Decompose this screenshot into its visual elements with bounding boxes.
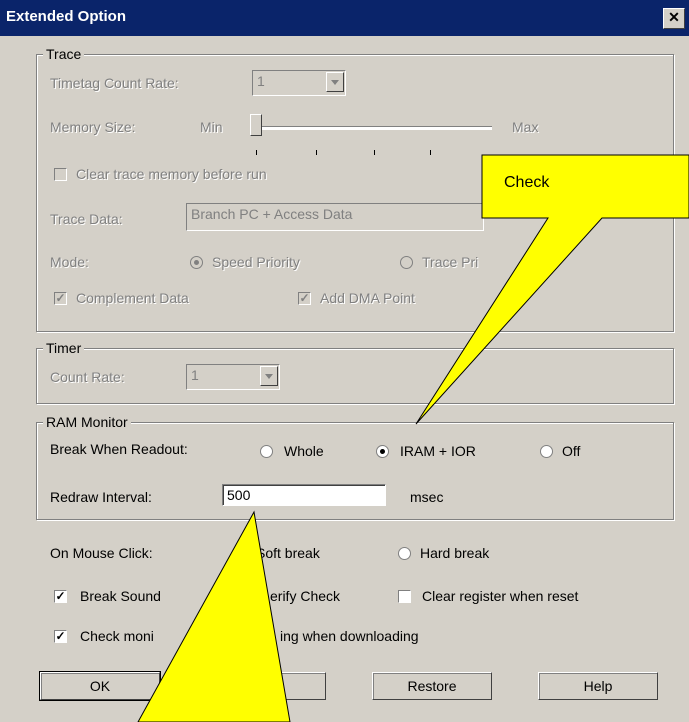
callout-overlay [137,154,689,722]
check-callout-text: Check [504,174,550,191]
check-callout-shape [415,154,689,425]
interval-callout-shape [137,510,291,722]
extended-option-dialog: Extended Option ✕ Trace Timetag Count Ra… [0,0,689,722]
